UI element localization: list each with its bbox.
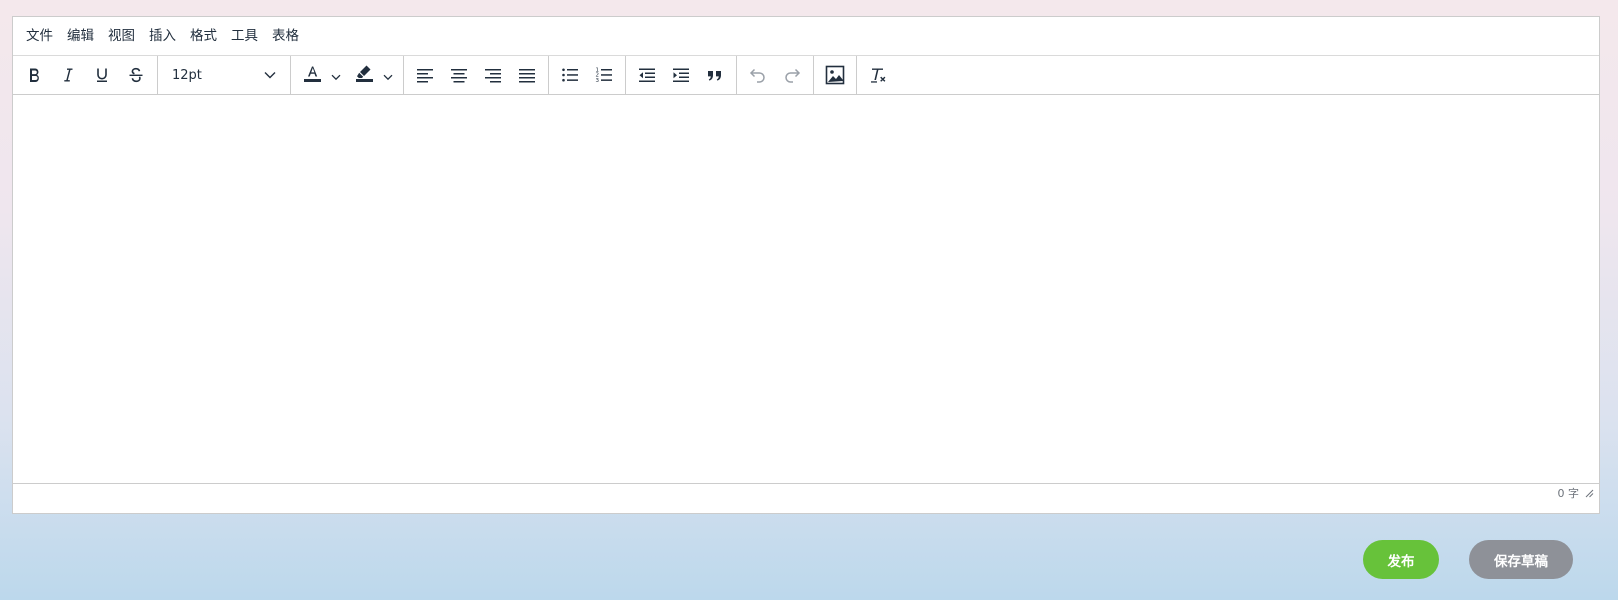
menu-file[interactable]: 文件 <box>19 22 60 50</box>
highlight-color-icon <box>353 62 375 88</box>
toolbar-group-formatting <box>13 56 158 94</box>
publish-button[interactable]: 发布 <box>1363 540 1439 579</box>
toolbar-group-insert <box>814 56 857 94</box>
toolbar-group-indent <box>626 56 737 94</box>
italic-icon <box>58 65 78 85</box>
image-icon <box>824 64 846 86</box>
clear-formatting-button[interactable] <box>861 58 895 92</box>
bold-icon <box>24 65 44 85</box>
undo-button[interactable] <box>741 58 775 92</box>
align-center-icon <box>449 65 469 85</box>
bullet-list-button[interactable] <box>553 58 587 92</box>
align-right-button[interactable] <box>476 58 510 92</box>
text-color-button[interactable] <box>295 58 347 92</box>
highlight-color-main[interactable] <box>349 58 379 92</box>
undo-icon <box>748 65 768 85</box>
bullet-list-icon <box>560 65 580 85</box>
rich-text-editor: 文件 编辑 视图 插入 格式 工具 表格 12pt 1 2 3 0 字 <box>12 16 1600 514</box>
bold-button[interactable] <box>17 58 51 92</box>
align-left-button[interactable] <box>408 58 442 92</box>
blockquote-button[interactable] <box>698 58 732 92</box>
chevron-down-icon <box>264 68 276 83</box>
toolbar: 12pt 1 2 3 <box>13 56 1599 95</box>
indent-button[interactable] <box>664 58 698 92</box>
menu-tools[interactable]: 工具 <box>224 22 265 50</box>
strikethrough-button[interactable] <box>119 58 153 92</box>
redo-button[interactable] <box>775 58 809 92</box>
menu-table[interactable]: 表格 <box>265 22 306 50</box>
align-left-icon <box>415 65 435 85</box>
outdent-button[interactable] <box>630 58 664 92</box>
toolbar-group-fontsize: 12pt <box>158 56 291 94</box>
indent-icon <box>671 65 691 85</box>
align-center-button[interactable] <box>442 58 476 92</box>
align-right-icon <box>483 65 503 85</box>
menu-edit[interactable]: 编辑 <box>60 22 101 50</box>
resize-handle-icon[interactable] <box>1583 487 1595 499</box>
outdent-icon <box>637 65 657 85</box>
status-bar: 0 字 <box>13 483 1599 501</box>
text-color-icon <box>301 62 323 88</box>
highlight-color-dropdown[interactable] <box>379 58 397 92</box>
image-button[interactable] <box>818 58 852 92</box>
font-size-select[interactable]: 12pt <box>162 58 286 92</box>
toolbar-group-lists: 123 <box>549 56 626 94</box>
numbered-list-button[interactable]: 123 <box>587 58 621 92</box>
strikethrough-icon <box>126 65 146 85</box>
save-draft-button[interactable]: 保存草稿 <box>1469 540 1573 579</box>
redo-icon <box>782 65 802 85</box>
font-size-value: 12pt <box>172 67 202 83</box>
menu-view[interactable]: 视图 <box>101 22 142 50</box>
toolbar-group-alignment <box>404 56 549 94</box>
menu-insert[interactable]: 插入 <box>142 22 183 50</box>
toolbar-group-history <box>737 56 814 94</box>
highlight-color-button[interactable] <box>347 58 399 92</box>
blockquote-icon <box>705 65 725 85</box>
align-justify-button[interactable] <box>510 58 544 92</box>
numbered-list-icon: 123 <box>594 65 614 85</box>
underline-icon <box>92 65 112 85</box>
editor-content-area[interactable] <box>13 95 1599 483</box>
svg-text:3: 3 <box>596 78 600 84</box>
toolbar-group-colors <box>291 56 404 94</box>
clear-formatting-icon <box>868 65 888 85</box>
italic-button[interactable] <box>51 58 85 92</box>
menubar: 文件 编辑 视图 插入 格式 工具 表格 <box>13 17 1599 56</box>
chevron-down-icon <box>383 66 393 85</box>
toolbar-group-clear <box>857 56 899 94</box>
align-justify-icon <box>517 65 537 85</box>
text-color-dropdown[interactable] <box>327 58 345 92</box>
chevron-down-icon <box>331 66 341 85</box>
menu-format[interactable]: 格式 <box>183 22 224 50</box>
underline-button[interactable] <box>85 58 119 92</box>
word-count: 0 字 <box>1557 486 1580 500</box>
text-color-main[interactable] <box>297 58 327 92</box>
